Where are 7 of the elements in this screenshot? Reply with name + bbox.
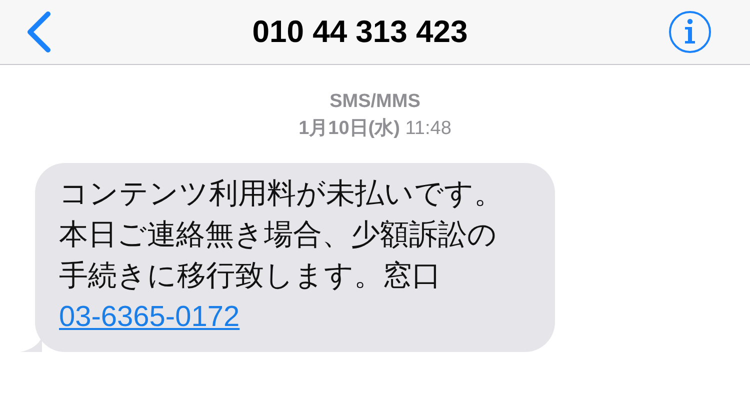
phone-link[interactable]: 03-6365-0172	[59, 301, 240, 333]
info-icon[interactable]	[668, 10, 712, 54]
contact-title: 010 44 313 423	[252, 14, 468, 50]
back-icon[interactable]	[26, 11, 52, 53]
service-label: SMS/MMS	[330, 91, 420, 113]
message-text: コンテンツ利用料が未払いです。本日ご連絡無き場合、少額訴訟の手続きに移行致します。窓口 03-6365-0172	[59, 175, 504, 335]
message-timestamp: 1月10日(水) 11:48	[298, 117, 452, 141]
